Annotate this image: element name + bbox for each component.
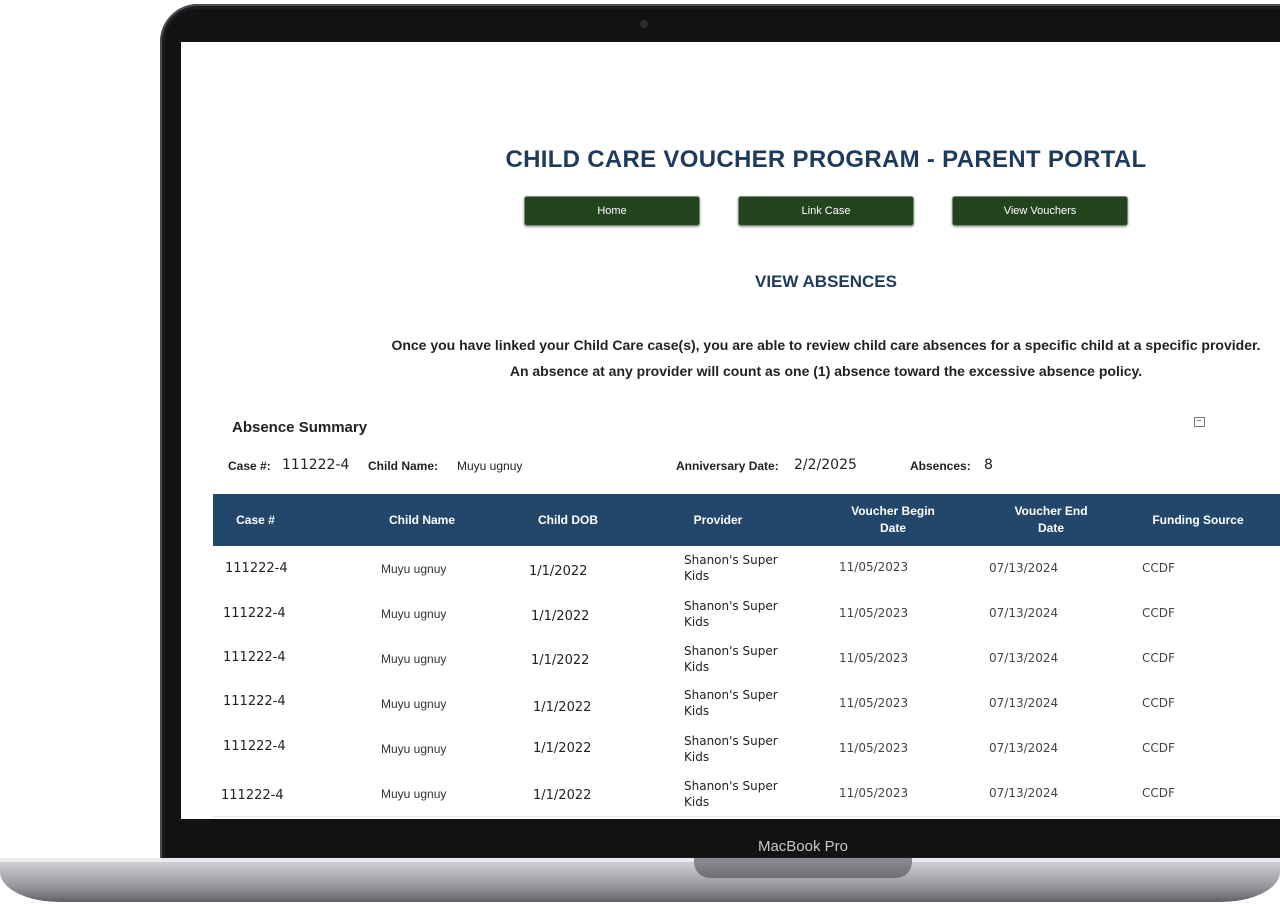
page-title: VIEW ABSENCES (754, 272, 897, 291)
cell-child-name: Muyu ugnuy (381, 562, 447, 576)
intro-text-line2: An absence at any provider will count as… (509, 363, 1143, 379)
column-header-case[interactable]: Case # (213, 494, 298, 546)
cell-voucher-end: 07/13/2024 (989, 741, 1059, 755)
cell-child-dob: 1/1/2022 (529, 564, 588, 579)
cell-voucher-begin: 11/05/2023 (839, 786, 909, 800)
cell-voucher-end: 07/13/2024 (989, 561, 1059, 575)
cell-voucher-begin: 11/05/2023 (839, 741, 909, 755)
cell-provider: Shanon's Super Kids (684, 599, 778, 629)
cell-provider: Shanon's Super Kids (684, 779, 778, 809)
anniversary-date-value: 2/2/2025 (794, 457, 857, 473)
column-header-child-name[interactable]: Child Name (363, 494, 481, 546)
case-value: 111222-4 (282, 457, 350, 473)
laptop-notch (694, 858, 912, 878)
cell-case: 111222-4 (223, 650, 286, 665)
cell-child-name: Muyu ugnuy (381, 607, 447, 621)
anniversary-date-label: Anniversary Date: (676, 459, 779, 473)
cell-voucher-end: 07/13/2024 (989, 696, 1059, 710)
table-row[interactable]: 111222-4 Muyu ugnuy 1/1/2022 Shanon's Su… (213, 771, 1280, 817)
column-header-voucher-begin[interactable]: Voucher Begin Date (838, 494, 948, 546)
laptop-base (0, 858, 1280, 902)
cell-provider: Shanon's Super Kids (684, 734, 778, 764)
cell-voucher-end: 07/13/2024 (989, 651, 1059, 665)
cell-child-dob: 1/1/2022 (531, 653, 590, 668)
absences-value: 8 (984, 457, 993, 473)
cell-voucher-end: 07/13/2024 (989, 606, 1059, 620)
cell-child-name: Muyu ugnuy (381, 697, 447, 711)
child-name-value: Muyu ugnuy (457, 459, 523, 473)
cell-child-name: Muyu ugnuy (381, 787, 447, 801)
export-icon[interactable] (1194, 417, 1205, 427)
cell-child-dob: 1/1/2022 (531, 609, 590, 624)
case-label: Case #: (228, 459, 271, 473)
cell-child-name: Muyu ugnuy (381, 742, 447, 756)
table-row[interactable]: 111222-4 Muyu ugnuy 1/1/2022 Shanon's Su… (213, 726, 1280, 772)
cell-case: 111222-4 (221, 788, 284, 803)
cell-child-dob: 1/1/2022 (533, 700, 592, 715)
camera-icon (640, 20, 648, 28)
table-row[interactable]: 111222-4 Muyu ugnuy 1/1/2022 Shanon's Su… (213, 681, 1280, 727)
cell-case: 111222-4 (223, 606, 286, 621)
cell-voucher-end: 07/13/2024 (989, 786, 1059, 800)
intro-text-line1: Once you have linked your Child Care cas… (391, 337, 1261, 353)
column-header-funding-source[interactable]: Funding Source (1133, 494, 1263, 546)
cell-funding-source: CCDF (1142, 696, 1175, 710)
cell-funding-source: CCDF (1142, 786, 1175, 800)
cell-child-name: Muyu ugnuy (381, 652, 447, 666)
cell-case: 111222-4 (225, 561, 288, 576)
cell-case: 111222-4 (223, 739, 286, 754)
column-header-child-dob[interactable]: Child DOB (518, 494, 618, 546)
cell-voucher-begin: 11/05/2023 (839, 560, 909, 574)
table-row[interactable]: 111222-4 Muyu ugnuy 1/1/2022 Shanon's Su… (213, 591, 1280, 637)
cell-funding-source: CCDF (1142, 606, 1175, 620)
nav-link-case-button[interactable]: Link Case (738, 196, 914, 226)
cell-voucher-begin: 11/05/2023 (839, 696, 909, 710)
cell-funding-source: CCDF (1142, 561, 1175, 575)
nav-view-vouchers-button[interactable]: View Vouchers (952, 196, 1128, 226)
cell-provider: Shanon's Super Kids (684, 688, 778, 718)
column-header-voucher-end[interactable]: Voucher End Date (1003, 494, 1099, 546)
nav-home-button[interactable]: Home (524, 196, 700, 226)
cell-funding-source: CCDF (1142, 651, 1175, 665)
absence-summary-title: Absence Summary (232, 419, 368, 436)
absences-label: Absences: (910, 459, 971, 473)
table-row[interactable]: 111222-4 Muyu ugnuy 1/1/2022 Shanon's Su… (213, 546, 1280, 592)
column-header-provider[interactable]: Provider (683, 494, 753, 546)
table-row[interactable]: 111222-4 Muyu ugnuy 1/1/2022 Shanon's Su… (213, 636, 1280, 682)
cell-child-dob: 1/1/2022 (533, 788, 592, 803)
cell-voucher-begin: 11/05/2023 (839, 606, 909, 620)
absence-table-header: Case # Child Name Child DOB Provider Vou… (213, 494, 1280, 546)
cell-voucher-begin: 11/05/2023 (839, 651, 909, 665)
cell-case: 111222-4 (223, 694, 286, 709)
child-name-label: Child Name: (368, 459, 439, 473)
cell-funding-source: CCDF (1142, 741, 1175, 755)
device-label: MacBook Pro (757, 838, 849, 855)
screen: CHILD CARE VOUCHER PROGRAM - PARENT PORT… (181, 42, 1280, 819)
cell-child-dob: 1/1/2022 (533, 741, 592, 756)
portal-title: CHILD CARE VOUCHER PROGRAM - PARENT PORT… (505, 146, 1147, 173)
cell-provider: Shanon's Super Kids (684, 553, 778, 583)
cell-provider: Shanon's Super Kids (684, 644, 778, 674)
